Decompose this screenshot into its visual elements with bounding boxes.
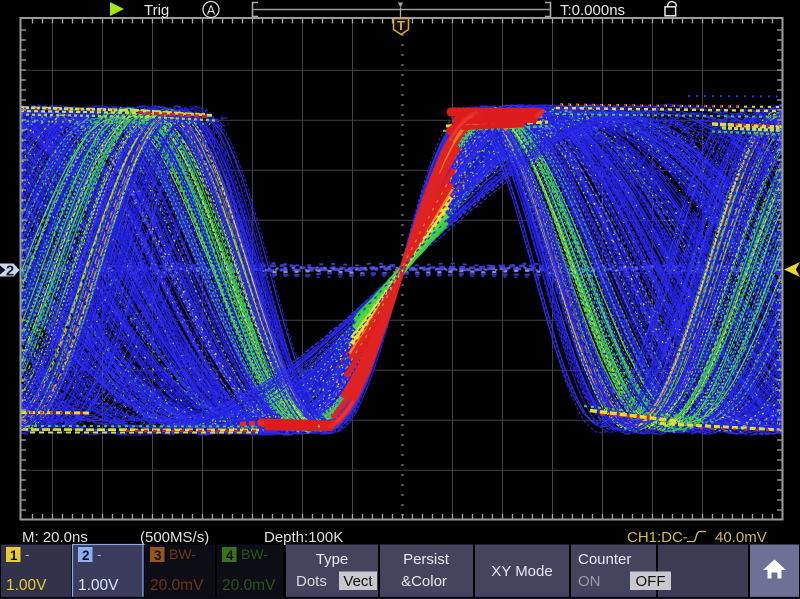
svg-text:M: 20.0ns: M: 20.0ns: [22, 529, 88, 546]
svg-text:-: -: [25, 546, 30, 562]
svg-text:XY Mode: XY Mode: [491, 563, 552, 580]
svg-text:1.00V: 1.00V: [6, 577, 47, 594]
svg-text:T:0.000ns: T:0.000ns: [560, 2, 625, 19]
svg-text:BW-: BW-: [241, 546, 268, 562]
svg-text:Dots: Dots: [296, 573, 327, 590]
svg-text:BW-: BW-: [169, 546, 196, 562]
svg-text:Persist: Persist: [403, 551, 450, 568]
svg-text:A: A: [207, 4, 216, 18]
svg-text:2: 2: [6, 263, 14, 280]
svg-text:Type: Type: [316, 551, 349, 568]
svg-text:Depth:100K: Depth:100K: [264, 529, 343, 546]
svg-text:3: 3: [154, 548, 162, 563]
svg-text:Vect: Vect: [343, 573, 373, 590]
svg-text:T: T: [397, 18, 405, 33]
svg-text:&Color: &Color: [401, 573, 447, 590]
svg-text:2: 2: [82, 548, 90, 563]
svg-text:20.0mV: 20.0mV: [150, 577, 204, 594]
svg-text:1.00V: 1.00V: [78, 577, 119, 594]
svg-text:4: 4: [226, 548, 234, 563]
svg-text:OFF: OFF: [636, 573, 666, 590]
svg-text:40.0mV: 40.0mV: [715, 529, 767, 546]
svg-text:ON: ON: [578, 573, 601, 590]
svg-text:1: 1: [10, 548, 18, 563]
svg-text:CH1:DC-: CH1:DC-: [627, 529, 688, 546]
svg-text:20.0mV: 20.0mV: [222, 577, 276, 594]
svg-text:(500MS/s): (500MS/s): [140, 529, 209, 546]
svg-text:-: -: [97, 546, 102, 562]
svg-text:Trig: Trig: [144, 2, 169, 19]
svg-text:Counter: Counter: [578, 551, 631, 568]
